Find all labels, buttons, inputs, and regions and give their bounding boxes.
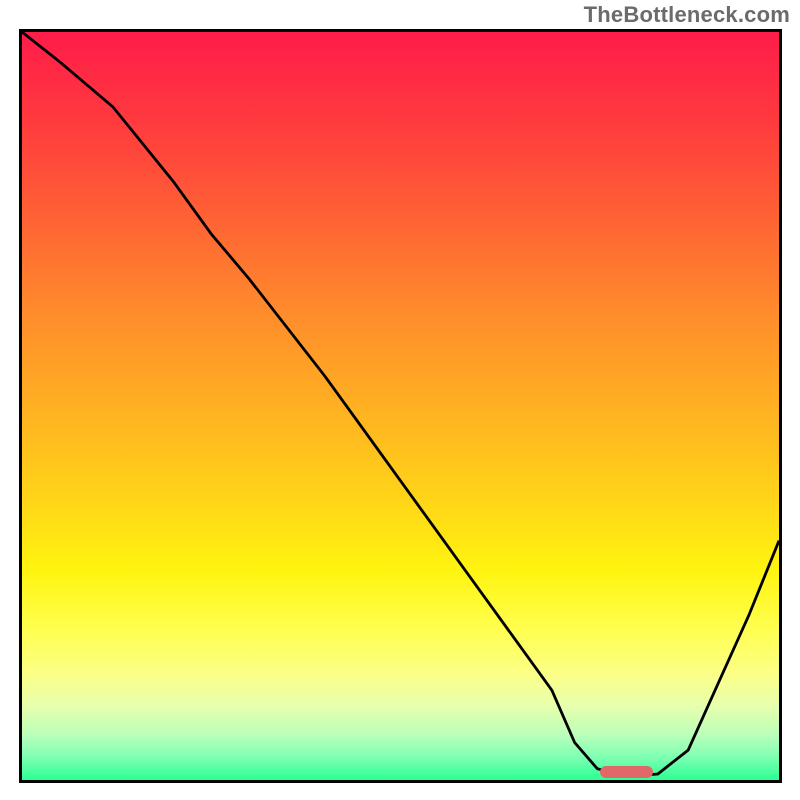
optimal-marker [600,766,653,778]
chart-container: TheBottleneck.com [0,0,800,800]
plot-frame [19,29,782,783]
curve-path [22,32,779,776]
watermark-text: TheBottleneck.com [584,2,790,28]
bottleneck-curve [22,32,779,780]
